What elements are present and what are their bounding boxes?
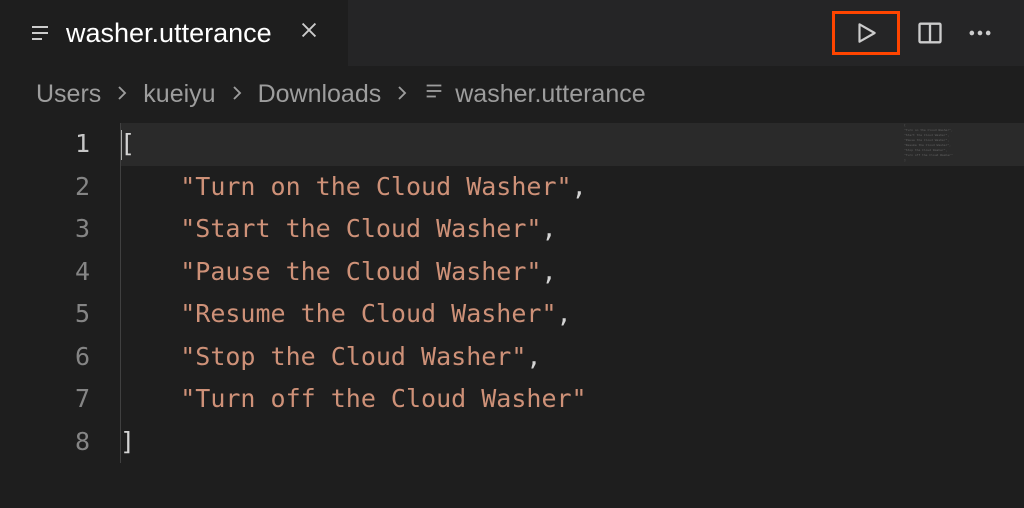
code-line[interactable]: "Turn off the Cloud Washer" — [120, 378, 1024, 421]
line-number: 5 — [0, 293, 90, 336]
run-button[interactable] — [832, 11, 900, 55]
chevron-right-icon — [113, 80, 131, 109]
breadcrumb-segment[interactable]: kueiyu — [143, 80, 215, 109]
file-icon — [28, 21, 52, 45]
tab-bar: washer.utterance — [0, 0, 1024, 66]
line-number: 8 — [0, 421, 90, 464]
tab-title: washer.utterance — [66, 18, 272, 49]
breadcrumb-segment[interactable]: Downloads — [258, 80, 382, 109]
code-line[interactable]: "Start the Cloud Washer", — [120, 208, 1024, 251]
tab-actions — [832, 11, 1024, 55]
code-line[interactable]: "Pause the Cloud Washer", — [120, 251, 1024, 294]
tab-group: washer.utterance — [0, 0, 348, 66]
file-icon — [423, 80, 445, 109]
chevron-right-icon — [228, 80, 246, 109]
editor[interactable]: 12345678 [ "Turn on the Cloud Washer", "… — [0, 123, 1024, 507]
line-number: 2 — [0, 166, 90, 209]
breadcrumb-filename: washer.utterance — [455, 80, 645, 109]
active-tab[interactable]: washer.utterance — [0, 0, 348, 66]
chevron-right-icon — [393, 80, 411, 109]
line-number: 1 — [0, 123, 90, 166]
code-line[interactable]: "Resume the Cloud Washer", — [120, 293, 1024, 336]
line-number-gutter: 12345678 — [0, 123, 120, 507]
minimap[interactable]: [ "Turn on the Cloud Washer", "Start the… — [904, 123, 1014, 173]
code-content[interactable]: [ "Turn on the Cloud Washer", "Start the… — [120, 123, 1024, 507]
line-number: 4 — [0, 251, 90, 294]
breadcrumb-file[interactable]: washer.utterance — [423, 80, 645, 109]
breadcrumb[interactable]: Users kueiyu Downloads washer.utterance — [0, 66, 1024, 123]
line-number: 6 — [0, 336, 90, 379]
code-line[interactable]: "Turn on the Cloud Washer", — [120, 166, 1024, 209]
line-number: 3 — [0, 208, 90, 251]
code-line[interactable]: ] — [120, 421, 1024, 464]
code-line[interactable]: "Stop the Cloud Washer", — [120, 336, 1024, 379]
line-number: 7 — [0, 378, 90, 421]
code-line[interactable]: [ — [120, 123, 1024, 166]
more-actions-button[interactable] — [960, 13, 1000, 53]
close-tab-button[interactable] — [290, 15, 328, 52]
split-editor-button[interactable] — [910, 13, 950, 53]
breadcrumb-segment[interactable]: Users — [36, 80, 101, 109]
indent-guide — [120, 123, 121, 463]
